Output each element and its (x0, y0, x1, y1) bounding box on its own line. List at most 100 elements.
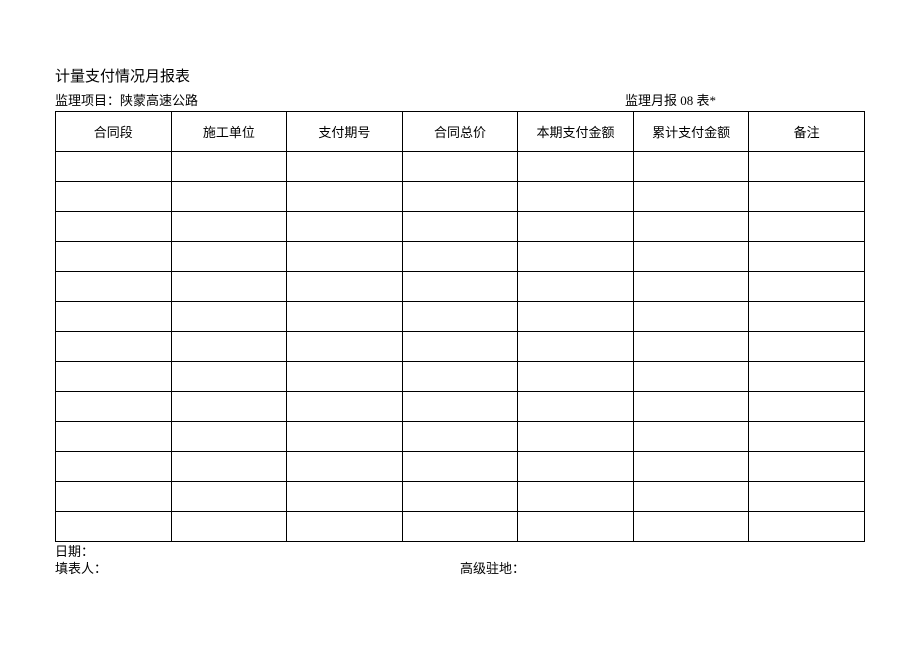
table-row (56, 302, 865, 332)
meta-row: 监理项目：陕蒙高速公路 监理月报 08 表* (55, 90, 865, 109)
table-cell (518, 152, 634, 182)
table-row (56, 362, 865, 392)
table-cell (633, 362, 749, 392)
table-cell (402, 272, 518, 302)
date-line: 日期： (55, 544, 865, 561)
table-cell (287, 332, 403, 362)
table-cell (287, 452, 403, 482)
table-cell (633, 482, 749, 512)
table-row (56, 242, 865, 272)
table-cell (518, 422, 634, 452)
table-cell (287, 512, 403, 542)
table-cell (171, 452, 287, 482)
table-row (56, 392, 865, 422)
table-cell (56, 392, 172, 422)
table-cell (287, 272, 403, 302)
project-label: 监理项目： (55, 93, 120, 108)
table-cell (171, 392, 287, 422)
table-cell (749, 482, 865, 512)
footer: 日期： 填表人： 高级驻地： (55, 544, 865, 578)
col-header: 支付期号 (287, 112, 403, 152)
table-cell (518, 512, 634, 542)
page-title: 计量支付情况月报表 (55, 65, 865, 86)
table-cell (633, 422, 749, 452)
table-cell (402, 152, 518, 182)
table-cell (402, 212, 518, 242)
table-row (56, 482, 865, 512)
table-cell (749, 302, 865, 332)
table-cell (402, 392, 518, 422)
table-cell (402, 422, 518, 452)
table-cell (56, 422, 172, 452)
table-cell (287, 302, 403, 332)
table-cell (633, 392, 749, 422)
col-header: 累计支付金额 (633, 112, 749, 152)
table-cell (287, 182, 403, 212)
table-row (56, 212, 865, 242)
table-cell (402, 302, 518, 332)
table-cell (749, 242, 865, 272)
col-header: 施工单位 (171, 112, 287, 152)
table-cell (633, 452, 749, 482)
col-header: 本期支付金额 (518, 112, 634, 152)
table-cell (633, 182, 749, 212)
table-cell (287, 152, 403, 182)
table-row (56, 152, 865, 182)
table-cell (402, 512, 518, 542)
table-cell (56, 272, 172, 302)
table-cell (518, 392, 634, 422)
table-cell (749, 182, 865, 212)
table-cell (56, 452, 172, 482)
table-cell (402, 242, 518, 272)
preparer-line: 填表人： (55, 561, 460, 578)
table-cell (56, 242, 172, 272)
table-cell (171, 272, 287, 302)
table-cell (402, 362, 518, 392)
table-cell (749, 362, 865, 392)
col-header: 合同总价 (402, 112, 518, 152)
table-cell (171, 182, 287, 212)
table-cell (56, 152, 172, 182)
table-cell (171, 212, 287, 242)
table-cell (171, 242, 287, 272)
table-cell (518, 482, 634, 512)
table-body (56, 152, 865, 542)
col-header: 备注 (749, 112, 865, 152)
table-cell (633, 272, 749, 302)
project-info: 监理项目：陕蒙高速公路 (55, 90, 625, 109)
table-cell (518, 452, 634, 482)
table-cell (56, 212, 172, 242)
table-cell (171, 332, 287, 362)
table-cell (518, 332, 634, 362)
resident-line: 高级驻地： (460, 561, 865, 578)
table-cell (633, 212, 749, 242)
table-cell (749, 452, 865, 482)
table-cell (633, 152, 749, 182)
table-cell (518, 182, 634, 212)
table-cell (56, 512, 172, 542)
table-row (56, 272, 865, 302)
table-cell (633, 332, 749, 362)
table-row (56, 422, 865, 452)
table-cell (518, 212, 634, 242)
table-cell (171, 482, 287, 512)
table-cell (749, 332, 865, 362)
table-cell (56, 302, 172, 332)
table-cell (402, 452, 518, 482)
table-header-row: 合同段 施工单位 支付期号 合同总价 本期支付金额 累计支付金额 备注 (56, 112, 865, 152)
table-row (56, 182, 865, 212)
table-cell (171, 302, 287, 332)
table-cell (287, 362, 403, 392)
table-row (56, 452, 865, 482)
table-cell (287, 422, 403, 452)
table-cell (287, 392, 403, 422)
table-cell (56, 332, 172, 362)
table-cell (56, 482, 172, 512)
payment-table: 合同段 施工单位 支付期号 合同总价 本期支付金额 累计支付金额 备注 (55, 111, 865, 542)
table-cell (518, 362, 634, 392)
table-cell (518, 272, 634, 302)
table-cell (633, 512, 749, 542)
table-cell (749, 512, 865, 542)
table-cell (633, 302, 749, 332)
table-row (56, 332, 865, 362)
